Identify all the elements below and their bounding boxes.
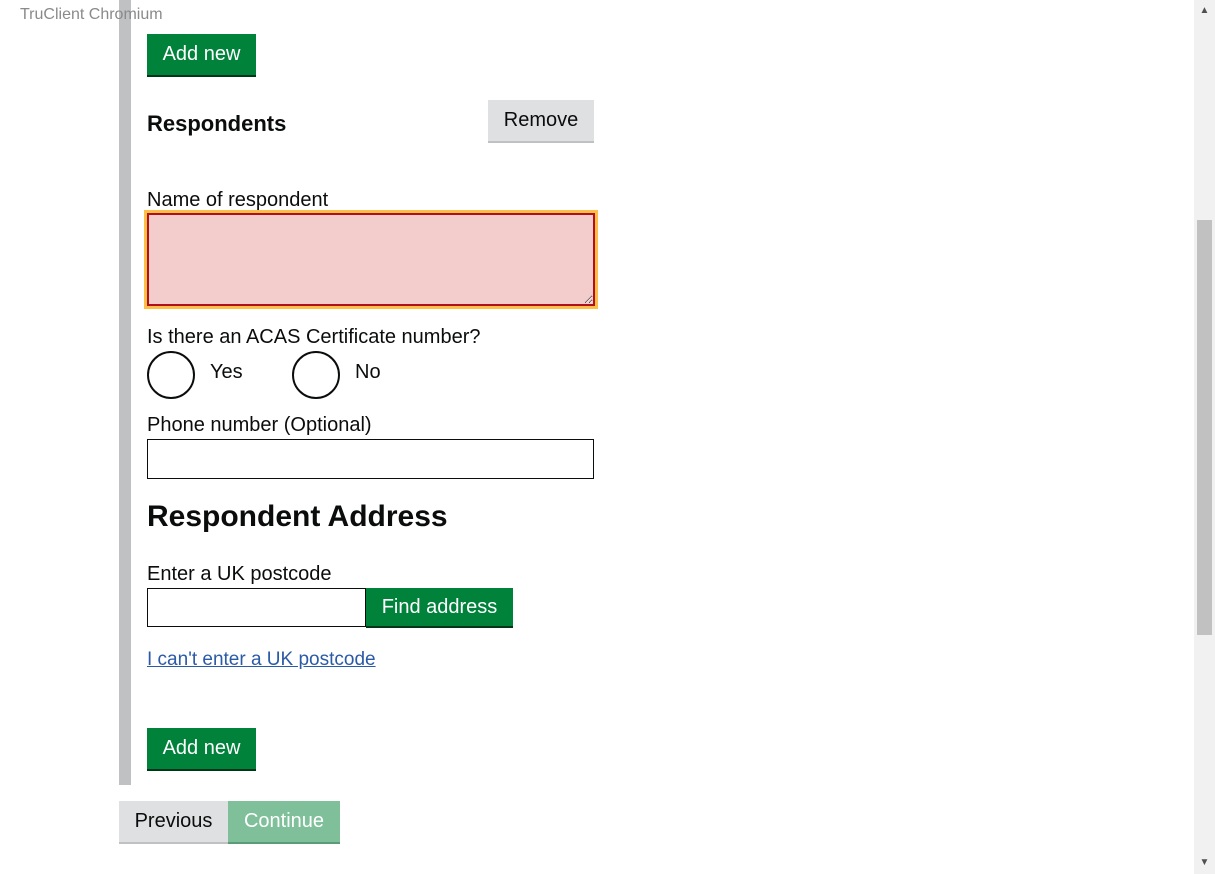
acas-no-label[interactable]: No <box>355 361 381 384</box>
find-address-button[interactable]: Find address <box>366 588 513 626</box>
previous-button[interactable]: Previous <box>119 801 228 842</box>
acas-question-label: Is there an ACAS Certificate number? <box>147 326 481 348</box>
scroll-up-arrow-icon[interactable]: ▲ <box>1194 2 1215 20</box>
address-heading: Respondent Address <box>147 500 448 533</box>
remove-button[interactable]: Remove <box>488 100 594 141</box>
phone-input[interactable] <box>147 439 594 479</box>
add-new-button-bottom[interactable]: Add new <box>147 728 256 769</box>
vertical-scrollbar[interactable]: ▲ ▼ <box>1194 0 1215 874</box>
respondent-name-label: Name of respondent <box>147 189 329 211</box>
postcode-input[interactable] <box>147 588 366 627</box>
add-new-button-top[interactable]: Add new <box>147 34 256 75</box>
postcode-label: Enter a UK postcode <box>147 563 332 585</box>
respondents-heading: Respondents <box>147 111 287 136</box>
acas-no-radio[interactable] <box>292 351 340 399</box>
section-divider-bar <box>119 0 131 785</box>
continue-button[interactable]: Continue <box>228 801 340 842</box>
phone-label: Phone number (Optional) <box>147 414 372 436</box>
respondent-name-textarea[interactable] <box>144 210 598 309</box>
scrollbar-thumb[interactable] <box>1197 220 1212 635</box>
acas-yes-radio[interactable] <box>147 351 195 399</box>
no-uk-postcode-link[interactable]: I can't enter a UK postcode <box>147 649 376 671</box>
acas-yes-label[interactable]: Yes <box>210 361 243 384</box>
scroll-down-arrow-icon[interactable]: ▼ <box>1194 854 1215 872</box>
browser-label: TruClient Chromium <box>20 6 163 23</box>
